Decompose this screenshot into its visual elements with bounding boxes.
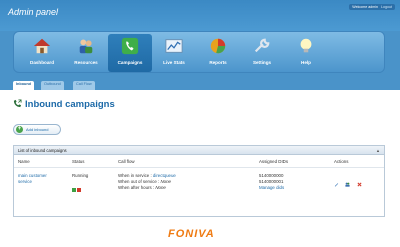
welcome-text: Welcome admin	[352, 5, 378, 9]
nav-label-settings: Settings	[252, 60, 272, 65]
welcome-box: Welcome admin Logout	[349, 4, 395, 10]
footer: FONIVA	[0, 222, 400, 247]
inbound-call-icon	[13, 99, 22, 108]
nav-live-stats[interactable]: Live Stats	[152, 34, 196, 72]
users-icon	[79, 39, 93, 54]
main-navigation: Dashboard Resources Campaigns Live Stats…	[13, 31, 385, 73]
nav-label-campaigns: Campaigns	[117, 60, 143, 65]
nav-settings[interactable]: Settings	[240, 34, 284, 72]
flow-after-label: When after hours :	[118, 185, 155, 190]
main-content: Inbound campaigns + Add inbound List of …	[0, 90, 400, 222]
tab-outbound[interactable]: Outbound	[41, 81, 64, 90]
panel-caption: List of inbound campaigns	[18, 148, 67, 153]
col-header-assigned-dids: Assigned DIDs	[259, 159, 289, 164]
nav-label-live-stats: Live Stats	[163, 60, 185, 65]
tab-call-flow[interactable]: Call Flow	[73, 81, 95, 90]
plus-icon: +	[16, 126, 23, 133]
chart-icon	[165, 39, 183, 53]
row-actions	[334, 174, 364, 192]
flow-out-value: None	[160, 179, 171, 184]
nav-label-resources: Resources	[74, 60, 98, 65]
foniva-logo: FONIVA	[168, 228, 215, 240]
col-header-call-flow: Call flow	[118, 159, 135, 164]
nav-reports[interactable]: Reports	[196, 34, 240, 72]
panel-header: List of inbound campaigns ▲	[14, 146, 384, 155]
manage-dids-link[interactable]: Manage dids	[259, 185, 284, 191]
flow-out-label: When out of service :	[118, 179, 160, 184]
delete-icon[interactable]	[357, 182, 362, 187]
edit-icon[interactable]	[334, 182, 339, 187]
users-icon[interactable]	[345, 182, 351, 187]
collapse-icon[interactable]: ▲	[376, 148, 380, 153]
wrench-icon	[254, 38, 270, 53]
stop-icon[interactable]	[77, 188, 81, 192]
flow-after-value: None	[155, 185, 166, 190]
header-divider	[14, 167, 384, 168]
status-icons	[72, 179, 82, 197]
lightbulb-icon	[300, 38, 312, 53]
house-icon	[33, 38, 51, 54]
nav-resources[interactable]: Resources	[64, 34, 108, 72]
phone-icon	[121, 37, 139, 55]
header-bar: Admin panel Welcome admin Logout	[0, 0, 400, 31]
campaigns-panel: List of inbound campaigns ▲ Name Status …	[13, 145, 385, 217]
page-title: Inbound campaigns	[13, 99, 115, 110]
nav-label-reports: Reports	[209, 60, 227, 65]
app-title: Admin panel	[8, 7, 59, 17]
call-flow-after-hours: When after hours : None	[118, 185, 166, 191]
flow-service-link[interactable]: directqueue	[153, 173, 176, 178]
nav-label-dashboard: Dashboard	[30, 60, 54, 65]
nav-campaigns[interactable]: Campaigns	[108, 34, 152, 72]
add-inbound-label: Add inbound	[26, 127, 49, 132]
running-icon[interactable]	[72, 188, 76, 192]
tab-inbound[interactable]: Inbound	[13, 81, 34, 90]
campaign-name-link[interactable]: main customer service	[18, 173, 47, 185]
nav-dashboard[interactable]: Dashboard	[20, 34, 64, 72]
campaign-subtabs: Inbound Outbound Call Flow	[13, 81, 385, 90]
page-title-text: Inbound campaigns	[25, 99, 115, 110]
col-header-status: Status	[72, 159, 85, 164]
logout-link[interactable]: Logout	[381, 5, 392, 9]
nav-label-help: Help	[301, 60, 311, 65]
campaign-name-line2: service	[18, 179, 32, 184]
col-header-name: Name	[18, 159, 30, 164]
col-header-actions: Actions	[334, 159, 349, 164]
pie-chart-icon	[210, 38, 226, 54]
nav-help[interactable]: Help	[284, 34, 328, 72]
flow-service-label: When in service :	[118, 173, 152, 178]
add-inbound-button[interactable]: + Add inbound	[13, 124, 61, 135]
